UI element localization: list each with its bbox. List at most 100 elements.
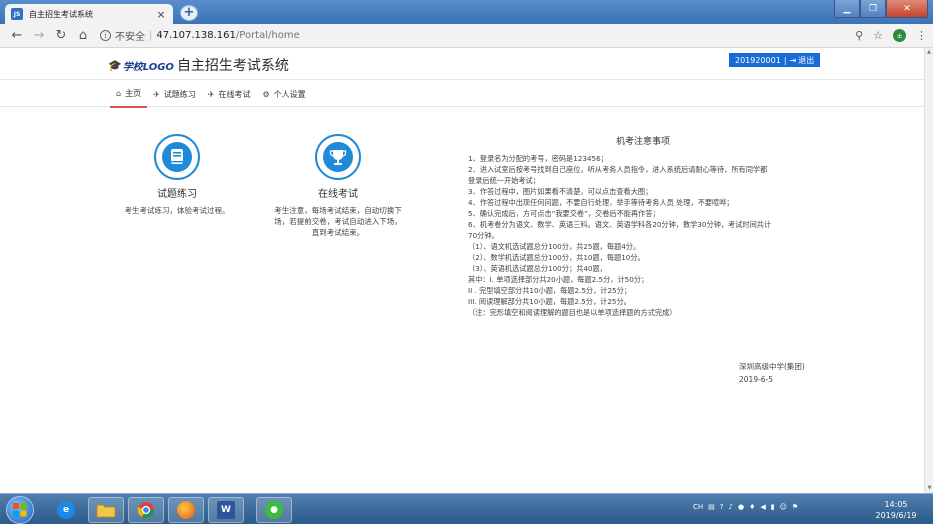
user-id: 201920001 xyxy=(735,55,781,65)
maximize-button[interactable]: ❐ xyxy=(860,0,886,18)
clock-time: 14:05 xyxy=(884,500,908,509)
word-icon: W xyxy=(217,501,235,519)
windows-logo-icon xyxy=(13,503,27,517)
clock-date: 2019/6/19 xyxy=(875,511,917,520)
flag-icon[interactable]: ⚑ xyxy=(792,503,798,511)
notice-line: 1、登录名为分配的考号，密码是123456； xyxy=(468,154,608,163)
url-field[interactable]: i 不安全 | 47.107.138.161 /Portal/home xyxy=(100,27,855,45)
user-box: 201920001 | ⇥ 退出 xyxy=(729,53,821,67)
taskbar-chrome[interactable] xyxy=(128,497,164,523)
practice-card[interactable]: 试题练习 考生考试练习，体验考试过程。 xyxy=(102,134,252,216)
url-host: 47.107.138.161 xyxy=(156,30,236,41)
site-header: 🎓 学校LOGO 自主招生考试系统 201920001 | ⇥ 退出 xyxy=(0,48,924,78)
volume-icon[interactable]: ◀ xyxy=(760,503,765,511)
nav-item-settings[interactable]: ⚙ 个人设置 xyxy=(256,80,311,108)
exam-card[interactable]: 在线考试 考生注意，每场考试结束，自动切换下 场，若提前交卷，考试自动进入下场，… xyxy=(263,134,413,238)
bookmark-star-icon[interactable]: ☆ xyxy=(873,29,883,42)
tray-misc-icon[interactable]: ♪ xyxy=(729,503,733,511)
page-scrollbar[interactable]: ▲ ▼ xyxy=(924,48,933,493)
back-button[interactable]: ← xyxy=(6,28,28,43)
nav-item-label: 主页 xyxy=(125,88,142,98)
notice-line: （1）、语文机选试题总分100分，共25题，每题4分。 xyxy=(468,242,641,251)
tray-language[interactable]: CH xyxy=(693,503,703,511)
practice-desc-line: 考生考试练习，体验考试过程。 xyxy=(124,206,230,215)
help-icon[interactable]: ? xyxy=(720,503,724,511)
gears-icon: ⚙ xyxy=(262,89,270,99)
nav-item-practice[interactable]: ✈ 试题练习 xyxy=(147,80,202,108)
notice-line: （3）、英语机选试题总分100分；共40题， xyxy=(468,264,607,273)
home-icon: ⌂ xyxy=(116,88,122,98)
practice-title[interactable]: 试题练习 xyxy=(102,185,252,200)
browser-tab[interactable]: JS 自主招生考试系统 × xyxy=(5,4,173,24)
taskbar-word[interactable]: W xyxy=(208,497,244,523)
logo-text: 学校LOGO xyxy=(122,61,174,73)
practice-circle[interactable] xyxy=(154,134,200,180)
forward-button[interactable]: → xyxy=(28,28,50,43)
notice-line: 3、作答过程中，图片如果看不清楚，可以点击查看大图； xyxy=(468,187,653,196)
scroll-down-arrow-icon[interactable]: ▼ xyxy=(925,484,933,493)
tab-favicon-icon: JS xyxy=(11,8,23,20)
firefox-icon xyxy=(177,501,195,519)
user-separator: | xyxy=(783,55,787,65)
notice-line: 4、作答过程中出现任何问题，不要自行处理，举手等待考务人员 处理，不要喧哗； xyxy=(468,198,734,207)
url-separator: | xyxy=(149,30,153,41)
taskbar-ie[interactable]: e xyxy=(48,497,84,523)
tab-close-icon[interactable]: × xyxy=(155,8,167,21)
notice-line: III. 阅读理解部分共10小题，每题2.5分，计25分。 xyxy=(468,297,631,306)
notice-line: （2）、数学机选试题总分100分，共10题，每题10分。 xyxy=(468,253,645,262)
notice-line: 登录后统一开始考试； xyxy=(468,176,540,185)
exam-circle[interactable] xyxy=(315,134,361,180)
browser-title-bar: JS 自主招生考试系统 × + ▁ ❐ ✕ xyxy=(0,0,933,24)
notice-line: 其中：I. 单项选择部分共20小题，每题2.5分，计50分； xyxy=(468,275,649,284)
reload-button[interactable]: ↻ xyxy=(50,28,72,43)
page-viewport: 🎓 学校LOGO 自主招生考试系统 201920001 | ⇥ 退出 ⌂ 主页 … xyxy=(0,48,924,493)
ie-icon: e xyxy=(57,501,75,519)
taskbar-wechat[interactable]: ● xyxy=(256,497,292,523)
paper-plane-icon: ✈ xyxy=(207,89,215,99)
logout-link[interactable]: 退出 xyxy=(798,55,814,66)
nav-item-home[interactable]: ⌂ 主页 xyxy=(110,80,148,108)
notice-line: II . 完型填空部分共10小题，每题2.5分，计25分； xyxy=(468,286,632,295)
exam-desc-line: 直到考试结束。 xyxy=(311,228,365,237)
browser-menu-icon[interactable]: ⋮ xyxy=(916,29,927,42)
site-logo[interactable]: 🎓 学校LOGO 自主招生考试系统 xyxy=(108,55,289,75)
security-icon[interactable]: ♦ xyxy=(749,503,755,511)
window-controls: ▁ ❐ ✕ xyxy=(834,0,928,18)
home-button[interactable]: ⌂ xyxy=(72,28,94,43)
qq-icon[interactable]: ☺ xyxy=(780,503,787,511)
start-button[interactable] xyxy=(6,496,34,524)
nav-item-label: 个人设置 xyxy=(273,89,306,99)
extension-icon[interactable]: ± xyxy=(893,29,906,42)
exam-desc-line: 场，若提前交卷，考试自动进入下场， xyxy=(274,217,402,226)
exam-notice: 机考注意事项 1、登录名为分配的考号，密码是123456； 2、进入试室后按考号… xyxy=(468,134,818,318)
system-tray: CH ▤ ? ♪ ● ♦ ◀ ▮ ☺ ⚑ xyxy=(693,503,798,511)
notice-line: （注：完形填空和阅读理解的题目也是以单项选择题的方式完成） xyxy=(468,308,677,317)
taskbar-explorer[interactable] xyxy=(88,497,124,523)
nav-item-exam[interactable]: ✈ 在线考试 xyxy=(202,80,257,108)
taskbar-firefox[interactable] xyxy=(168,497,204,523)
address-bar-actions: ⚲ ☆ ± ⋮ xyxy=(855,29,927,42)
address-bar: ← → ↻ ⌂ i 不安全 | 47.107.138.161 /Portal/h… xyxy=(0,24,933,48)
minimize-button[interactable]: ▁ xyxy=(834,0,860,18)
exam-desc-line: 考生注意，每场考试结束，自动切换下 xyxy=(274,206,402,215)
chrome-icon xyxy=(137,502,154,518)
new-tab-button[interactable]: + xyxy=(180,5,198,21)
notice-signature-block: 深圳高级中学(集团) 2019-6-5 xyxy=(739,360,805,386)
book-icon xyxy=(162,142,192,172)
keyboard-icon[interactable]: ▤ xyxy=(708,503,715,511)
logout-icon: ⇥ xyxy=(789,55,797,65)
notice-line: 2、进入试室后按考号找到自己座位，听从考务人员指令，进入系统后请耐心等待，所有同… xyxy=(468,165,768,174)
info-icon[interactable]: i xyxy=(100,30,111,41)
wechat-icon: ● xyxy=(265,501,283,519)
paper-plane-icon: ✈ xyxy=(153,89,160,99)
notice-line: 6、机考卷分为语文、数学、英语三科。语文、英语学科各20分钟，数学30分钟，考试… xyxy=(468,220,772,229)
scroll-up-arrow-icon[interactable]: ▲ xyxy=(925,48,933,57)
close-window-button[interactable]: ✕ xyxy=(886,0,928,18)
exam-title[interactable]: 在线考试 xyxy=(263,185,413,200)
taskbar-clock[interactable]: 14:05 2019/6/19 xyxy=(866,499,926,521)
network-status-icon[interactable]: ● xyxy=(738,503,744,511)
zoom-icon[interactable]: ⚲ xyxy=(855,29,863,42)
nav-item-label: 在线考试 xyxy=(218,89,251,99)
signal-icon[interactable]: ▮ xyxy=(771,503,775,511)
notice-title: 机考注意事项 xyxy=(615,137,670,147)
